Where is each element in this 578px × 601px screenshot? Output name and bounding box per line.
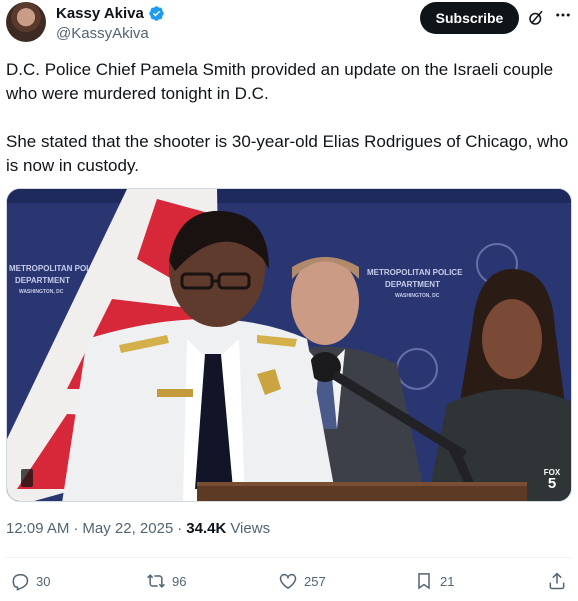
bookmark-icon	[418, 573, 430, 590]
backdrop-text: DEPARTMENT	[15, 276, 70, 285]
tweet-video[interactable]: METROPOLITAN POLICE DEPARTMENT WASHINGTO…	[6, 188, 572, 502]
like-button[interactable]: 257	[278, 566, 326, 596]
backdrop-text: METROPOLITAN POLICE	[367, 268, 463, 277]
tweet-paragraph: D.C. Police Chief Pamela Smith provided …	[6, 60, 554, 103]
action-bar: 30 96 257 21	[0, 566, 578, 596]
backdrop-text: WASHINGTON, DC	[395, 293, 440, 299]
tweet-text: D.C. Police Chief Pamela Smith provided …	[6, 58, 572, 178]
avatar[interactable]	[6, 2, 46, 42]
author-handle[interactable]: @KassyAkiva	[56, 25, 149, 42]
divider	[6, 557, 572, 558]
repost-count: 96	[172, 573, 187, 589]
more-icon[interactable]	[554, 6, 572, 24]
like-count: 257	[304, 573, 326, 589]
video-indicator	[21, 469, 33, 487]
bookmark-button[interactable]: 21	[414, 566, 454, 596]
verified-badge-icon	[149, 5, 164, 21]
tweet-time[interactable]: 12:09 AM	[6, 520, 69, 537]
repost-icon	[147, 574, 165, 588]
backdrop-text: DEPARTMENT	[385, 280, 440, 289]
reply-button[interactable]: 30	[10, 566, 50, 596]
meta-separator: ·	[177, 520, 183, 537]
author-name[interactable]: Kassy Akiva	[56, 5, 144, 22]
tweet-paragraph: She stated that the shooter is 30-year-o…	[6, 132, 569, 175]
badge-channel: 5	[547, 475, 557, 492]
grok-icon[interactable]	[527, 9, 545, 27]
share-button[interactable]	[547, 566, 567, 596]
channel-badge: FOX 5	[541, 467, 563, 493]
share-icon	[549, 572, 565, 590]
tweet-meta: 12:09 AM · May 22, 2025 · 34.4K Views	[6, 520, 270, 537]
tweet-header: Kassy Akiva @KassyAkiva Subscribe	[0, 0, 578, 48]
video-frame: METROPOLITAN POLICE DEPARTMENT WASHINGTO…	[7, 189, 571, 501]
bookmark-count: 21	[440, 573, 455, 589]
views-count[interactable]: 34.4K	[186, 520, 226, 537]
repost-button[interactable]: 96	[146, 566, 186, 596]
author-name-row: Kassy Akiva	[56, 4, 165, 22]
like-icon	[279, 573, 297, 589]
meta-separator: ·	[73, 520, 79, 537]
views-label: Views	[230, 520, 271, 537]
subscribe-button[interactable]: Subscribe	[420, 2, 519, 34]
tweet-date[interactable]: May 22, 2025	[82, 520, 173, 537]
reply-count: 30	[36, 573, 51, 589]
backdrop-text: WASHINGTON, DC	[19, 289, 64, 295]
reply-icon	[12, 574, 29, 591]
